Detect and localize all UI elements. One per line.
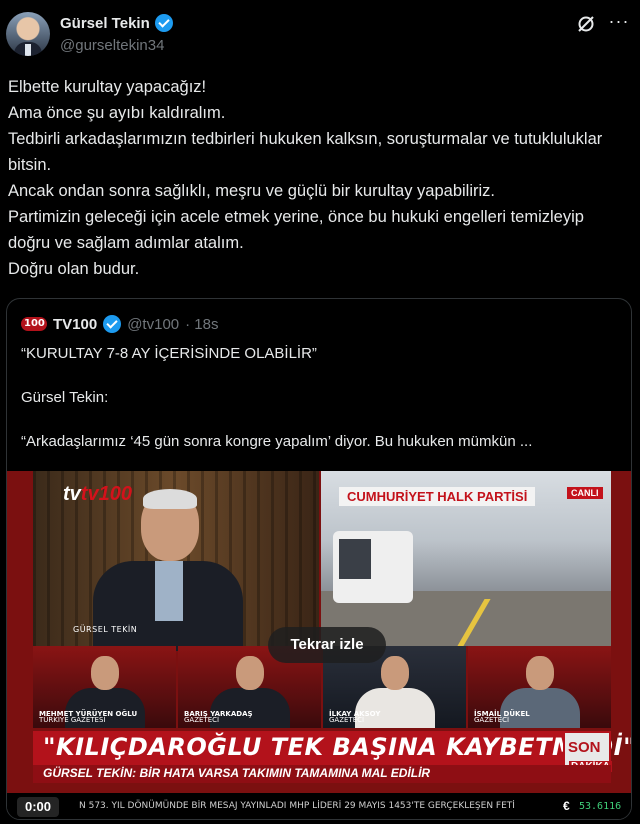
verified-badge-icon bbox=[154, 14, 173, 32]
channel-bug-text: tv100 bbox=[80, 483, 132, 505]
news-subline: GÜRSEL TEKİN: BİR HATA VARSA TAKIMIN TAM… bbox=[43, 766, 431, 780]
quoted-author-name[interactable]: TV100 bbox=[53, 316, 97, 333]
quoted-post[interactable]: 100 TV100 @tv100 · 18s “KURULTAY 7-8 AY … bbox=[6, 298, 632, 820]
euro-symbol: € bbox=[563, 799, 570, 813]
live-badge: CANLI bbox=[567, 487, 603, 499]
author-name-row: Gürsel Tekin bbox=[60, 14, 173, 32]
post-header: Gürsel Tekin @gurseltekin34 ··· bbox=[6, 8, 630, 60]
panelist-role: GAZETECİ bbox=[184, 716, 220, 724]
post-line: Ama önce şu ayıbı kaldıralım. bbox=[8, 104, 226, 122]
post-line: Tedbirli arkadaşlarımızın tedbirleri huk… bbox=[8, 130, 603, 174]
van-shape bbox=[333, 531, 413, 603]
post-text: Elbette kurultay yapacağız! Ama önce şu … bbox=[8, 74, 618, 282]
party-hq-pane: CUMHURİYET HALK PARTİSİ CANLI bbox=[321, 471, 611, 646]
euro-rate: 53.6116 bbox=[579, 801, 622, 812]
news-headline: "KILIÇDAROĞLU TEK BAŞINA KAYBETMEDİ" bbox=[43, 733, 631, 761]
quoted-line-1: “KURULTAY 7-8 AY İÇERİSİNDE OLABİLİR” bbox=[21, 345, 317, 362]
video-controls: 0:00 N 573. YIL DÖNÜMÜNDE BİR MESAJ YAYI… bbox=[7, 793, 631, 819]
quoted-line-3: “Arkadaşlarımız ‘45 gün sonra kongre yap… bbox=[21, 433, 533, 450]
news-ticker: N 573. YIL DÖNÜMÜNDE BİR MESAJ YAYINLADI… bbox=[79, 801, 515, 811]
panelist-tile: İSMAİL DÜKEL GAZETECİ bbox=[468, 646, 611, 728]
panelist-role: TÜRKİYE GAZETESİ bbox=[39, 716, 106, 724]
verified-badge-icon bbox=[103, 315, 122, 333]
video-timecode: 0:00 bbox=[17, 797, 60, 817]
guest-lower-third: GÜRSEL TEKİN bbox=[73, 625, 138, 634]
breaking-label-1: SON bbox=[568, 739, 601, 756]
quoted-line-2: Gürsel Tekin: bbox=[21, 389, 109, 406]
post-line: Ancak ondan sonra sağlıklı, meşru ve güç… bbox=[8, 182, 495, 200]
post-card: Gürsel Tekin @gurseltekin34 ··· Elbette … bbox=[0, 0, 640, 824]
quoted-post-header: 100 TV100 @tv100 · 18s bbox=[21, 315, 218, 333]
video-player[interactable]: tvtv100 GÜRSEL TEKİN CUMHURİYET HALK PAR… bbox=[7, 471, 631, 819]
post-line: Partimizin geleceği için acele etmek yer… bbox=[8, 208, 584, 252]
quoted-author-handle[interactable]: @tv100 bbox=[127, 316, 179, 333]
panelist-tile: MEHMET YÜRÜYEN OĞLU TÜRKİYE GAZETESİ bbox=[33, 646, 176, 728]
author-display-name[interactable]: Gürsel Tekin bbox=[60, 15, 150, 32]
replay-button[interactable]: Tekrar izle bbox=[268, 627, 386, 663]
post-line: Doğru olan budur. bbox=[8, 260, 140, 278]
guest-figure bbox=[93, 489, 243, 651]
post-line: Elbette kurultay yapacağız! bbox=[8, 78, 207, 96]
author-handle[interactable]: @gurseltekin34 bbox=[60, 37, 164, 54]
party-sign: CUMHURİYET HALK PARTİSİ bbox=[339, 487, 536, 506]
news-subline-bar: GÜRSEL TEKİN: BİR HATA VARSA TAKIMIN TAM… bbox=[33, 765, 611, 783]
channel-bug: tvtv100 bbox=[63, 483, 132, 505]
studio-guest-pane: tvtv100 GÜRSEL TEKİN bbox=[33, 471, 319, 651]
grok-icon[interactable] bbox=[576, 14, 596, 34]
tv100-logo-icon: 100 bbox=[21, 315, 47, 333]
quoted-post-time[interactable]: · 18s bbox=[185, 316, 218, 333]
news-headline-bar: "KILIÇDAROĞLU TEK BAŞINA KAYBETMEDİ" bbox=[33, 731, 631, 765]
more-options-icon[interactable]: ··· bbox=[608, 12, 630, 34]
panelist-role: GAZETECİ bbox=[474, 716, 510, 724]
author-avatar[interactable] bbox=[6, 12, 50, 56]
panelist-role: GAZETECİ bbox=[329, 716, 365, 724]
